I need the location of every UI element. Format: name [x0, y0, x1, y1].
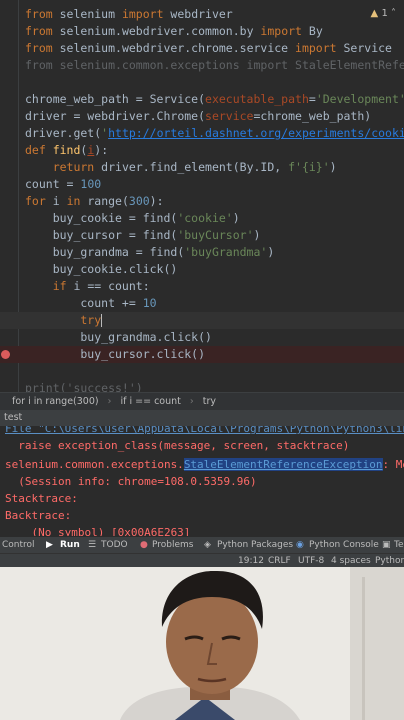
- code-line: buy_grandma.click(): [25, 330, 212, 344]
- tab-problems[interactable]: Problems: [152, 537, 193, 554]
- terminal-icon: ▣: [382, 540, 391, 550]
- indent-setting[interactable]: 4 spaces: [331, 554, 371, 568]
- run-icon: ▶: [46, 540, 53, 550]
- code-line: driver = webdriver.Chrome(service=chrome…: [25, 109, 372, 123]
- breadcrumb-item[interactable]: if i == count: [120, 396, 180, 407]
- caret-position[interactable]: 19:12: [238, 554, 264, 568]
- breakpoint-icon[interactable]: [1, 350, 10, 359]
- warning-count: 1: [381, 8, 388, 19]
- breadcrumb-item[interactable]: for i in range(300): [12, 396, 99, 407]
- tab-terminal[interactable]: Te: [394, 537, 404, 554]
- warning-icon: ▲: [370, 8, 379, 19]
- code-line: for i in range(300):: [25, 194, 164, 208]
- text-cursor: [101, 314, 103, 327]
- run-tool-window-header: test: [0, 410, 404, 426]
- console-line: raise exception_class(message, screen, s…: [5, 439, 350, 452]
- console-line: (Session info: chrome=108.0.5359.96): [5, 475, 257, 488]
- presenter-video: [0, 567, 404, 720]
- code-line: return driver.find_element(By.ID, f'{i}'…: [25, 160, 337, 174]
- warning-indicator[interactable]: ▲ 1 ˄: [371, 8, 396, 19]
- code-line: buy_cursor = find('buyCursor'): [25, 228, 261, 242]
- status-bar: 19:12 CRLF UTF-8 4 spaces Python: [0, 553, 404, 568]
- code-line: from selenium.webdriver.common.by import…: [25, 24, 323, 38]
- code-line: count += 10: [25, 296, 157, 310]
- tab-python-packages[interactable]: Python Packages: [217, 537, 293, 554]
- tab-run-config[interactable]: test: [4, 412, 22, 423]
- selected-exception-link[interactable]: StaleElementReferenceException: [183, 458, 383, 471]
- tab-todo[interactable]: TODO: [101, 537, 128, 554]
- tab-run[interactable]: Run: [60, 537, 80, 554]
- code-line: if i == count:: [25, 279, 150, 293]
- console-line: Backtrace:: [5, 509, 72, 522]
- code-line: buy_cursor.click(): [25, 347, 206, 361]
- code-line: chrome_web_path = Service(executable_pat…: [25, 92, 404, 106]
- code-line-current[interactable]: try: [25, 312, 103, 329]
- chevron-up-icon[interactable]: ˄: [391, 8, 396, 19]
- breadcrumb-separator-icon: ›: [189, 396, 194, 407]
- file-encoding[interactable]: UTF-8: [298, 554, 324, 568]
- code-line: print('success!'): [25, 381, 143, 392]
- console-line: selenium.common.exceptions.StaleElementR…: [5, 458, 404, 471]
- code-line: count = 100: [25, 177, 102, 191]
- run-console[interactable]: File "C:\Users\user\AppData\Local\Progra…: [0, 426, 404, 538]
- python-console-icon: ◉: [296, 540, 304, 550]
- code-line: def find(i):: [25, 143, 109, 157]
- line-separator[interactable]: CRLF: [268, 554, 291, 568]
- code-editor[interactable]: ▲ 1 ˄ from selenium import webdriver fro…: [0, 0, 404, 392]
- breadcrumb-item[interactable]: try: [203, 396, 216, 407]
- packages-icon: ◈: [204, 540, 211, 550]
- code-line: buy_cookie.click(): [25, 262, 178, 276]
- breadcrumb: for i in range(300) › if i == count › tr…: [0, 392, 404, 410]
- tab-python-console[interactable]: Python Console: [309, 537, 379, 554]
- problems-icon: ●: [140, 540, 148, 550]
- breadcrumb-separator-icon: ›: [107, 396, 112, 407]
- code-line: driver.get('http://orteil.dashnet.org/ex…: [25, 125, 404, 142]
- code-line: from selenium.webdriver.chrome.service i…: [25, 41, 392, 55]
- gutter: [18, 0, 19, 392]
- console-line: Stacktrace:: [5, 492, 78, 505]
- code-line: from selenium import webdriver: [25, 7, 233, 21]
- webcam-overlay: [0, 567, 404, 720]
- code-line: buy_grandma = find('buyGrandma'): [25, 245, 275, 259]
- code-line: from selenium.common.exceptions import S…: [25, 58, 404, 72]
- code-line: buy_cookie = find('cookie'): [25, 211, 240, 225]
- tool-window-bar: Control ▶ Run ☰ TODO ● Problems ◈ Python…: [0, 536, 404, 554]
- url-link[interactable]: http://orteil.dashnet.org/experiments/co…: [108, 126, 404, 140]
- console-line[interactable]: File "C:\Users\user\AppData\Local\Progra…: [5, 426, 404, 437]
- tab-version-control[interactable]: Control: [2, 537, 35, 554]
- interpreter[interactable]: Python: [375, 554, 404, 568]
- todo-icon: ☰: [88, 540, 97, 550]
